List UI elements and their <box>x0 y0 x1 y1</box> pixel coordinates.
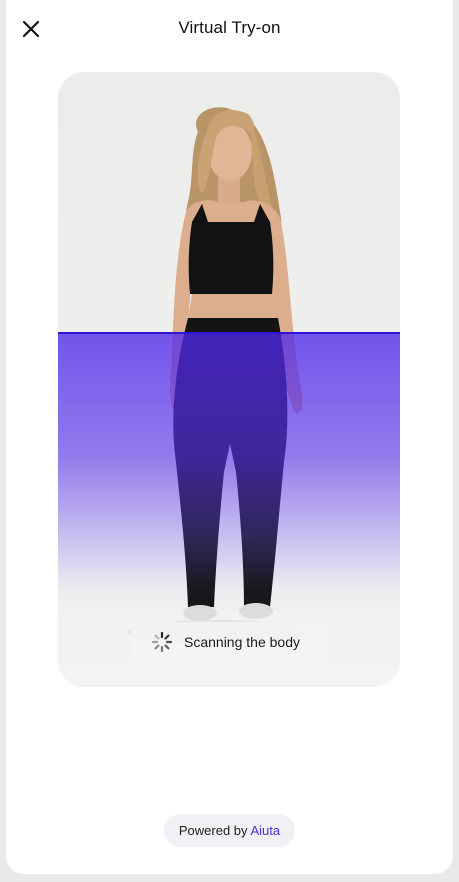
try-on-sheet: Virtual Try-on Scanning the body Powered… <box>6 0 453 874</box>
scan-status-badge: Scanning the body <box>131 622 328 662</box>
powered-by-label: Powered by <box>178 823 248 838</box>
scan-status-text: Scanning the body <box>184 634 300 650</box>
powered-by-badge[interactable]: Powered by Aiuta <box>164 814 295 847</box>
spinner-icon <box>151 631 173 653</box>
brand-link[interactable]: Aiuta <box>250 823 280 838</box>
page-title: Virtual Try-on <box>178 18 281 37</box>
model-photo: Scanning the body <box>58 72 400 687</box>
scan-line <box>58 332 400 334</box>
